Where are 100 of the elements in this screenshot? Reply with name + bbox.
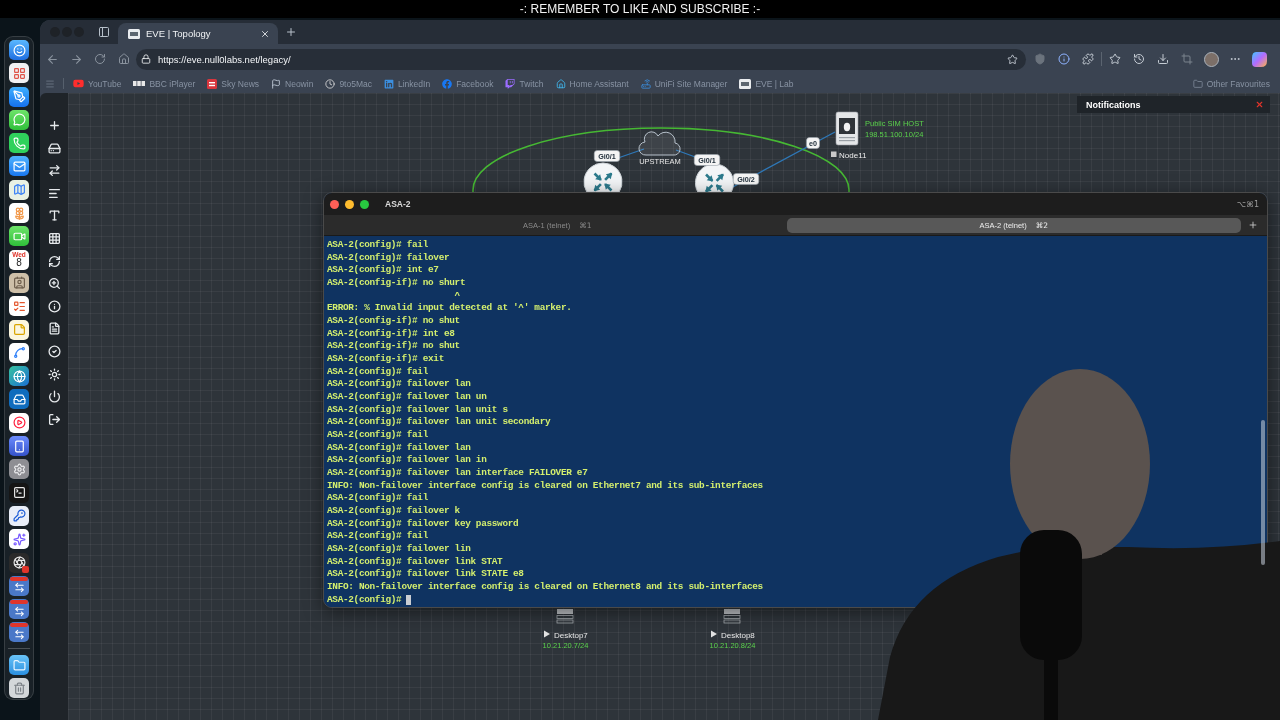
bookmark-link[interactable]: EVE | Lab	[739, 78, 794, 89]
site-logo-icon	[739, 78, 752, 89]
server-icon[interactable]	[835, 111, 859, 146]
window-close-button[interactable]	[330, 199, 339, 209]
bookmark-link[interactable]: UniFi Site Manager	[640, 78, 728, 89]
terminal-title: ASA-2	[385, 199, 411, 209]
chat-bubble-icon[interactable]	[9, 109, 29, 130]
logout-icon[interactable]	[47, 412, 61, 426]
terminal-line: ASA-2(config)# failover lan in	[327, 454, 487, 468]
new-tab-icon[interactable]	[285, 26, 297, 38]
terminal-line: ASA-2(config)# failover lan interface FAILOVER e7	[327, 467, 588, 480]
device-icon[interactable]	[723, 609, 741, 624]
sidebar-toggle-icon[interactable]	[98, 26, 110, 38]
sparkles-icon[interactable]	[9, 529, 29, 550]
bookmark-link[interactable]: Home Assistant	[555, 78, 629, 89]
terminal-line: ASA-2(config)# int e7	[327, 264, 439, 278]
bookmark-link[interactable]: Facebook	[442, 78, 494, 89]
refresh-icon[interactable]	[47, 254, 61, 268]
forward-icon[interactable]	[69, 52, 83, 66]
check-circle-icon[interactable]	[47, 344, 61, 358]
phone-icon[interactable]	[9, 133, 29, 154]
arrows-icon[interactable]	[9, 599, 29, 620]
align-left-icon[interactable]	[47, 186, 61, 200]
download-icon[interactable]	[1157, 53, 1169, 65]
flower-icon[interactable]	[9, 203, 29, 224]
key-icon[interactable]	[9, 505, 29, 526]
terminal-line: INFO: Non-failover interface config is cleared on Ethernet8 and its sub-interfaces	[327, 581, 763, 594]
window-zoom-button[interactable]	[360, 199, 369, 209]
terminal-line: INFO: Non-failover interface config is cleared on Ethernet7 and its sub-interfaces	[327, 479, 763, 493]
terminal-line: ASA-2(config-if)# no shut	[327, 340, 460, 354]
bookmark-link[interactable]: BBC iPlayer	[133, 78, 196, 89]
inbox-icon[interactable]	[9, 389, 29, 410]
folder-icon[interactable]	[9, 655, 29, 675]
note-icon[interactable]	[9, 319, 29, 340]
map-icon[interactable]	[9, 179, 29, 200]
blocks-icon	[133, 81, 146, 86]
bookmark-link[interactable]: Neowin	[271, 78, 314, 89]
node-name: Desktop8	[721, 630, 755, 640]
colorful-logo-icon[interactable]	[1251, 51, 1267, 67]
terminal-icon[interactable]	[9, 482, 29, 503]
window-minimize-button[interactable]	[345, 199, 354, 209]
envelope-icon[interactable]	[9, 156, 29, 177]
smiling-face-icon[interactable]	[9, 40, 29, 60]
youtube-icon	[73, 78, 84, 89]
browser-tab[interactable]: EVE | Topology	[118, 23, 278, 44]
globe-icon[interactable]	[9, 366, 29, 387]
puzzle-icon[interactable]	[1082, 53, 1094, 65]
reload-icon[interactable]	[94, 53, 106, 65]
bookmark-folder-link[interactable]: Other Favourites	[1192, 78, 1270, 89]
cloud-icon[interactable]	[638, 131, 681, 156]
add-tab-icon[interactable]	[1248, 220, 1258, 230]
avatar[interactable]	[1203, 51, 1219, 67]
pen-tool-icon[interactable]	[9, 86, 29, 107]
curve-icon[interactable]	[9, 342, 29, 363]
terminal-line: ASA-2(config)# fail	[327, 492, 428, 506]
smartphone-icon[interactable]	[9, 436, 29, 457]
sun-icon[interactable]	[47, 367, 61, 381]
star-icon[interactable]	[1007, 53, 1018, 65]
terminal-line: ASA-2(config-if)# no shut	[327, 315, 460, 328]
terminal-line: ASA-2(config)# fail	[327, 365, 428, 379]
history-icon[interactable]	[1133, 53, 1145, 65]
drive-icon[interactable]	[47, 141, 61, 155]
video-camera-icon[interactable]	[9, 226, 29, 247]
link-line	[617, 148, 645, 159]
close-icon[interactable]	[260, 28, 270, 39]
text-icon[interactable]	[47, 209, 61, 223]
app-grid-icon[interactable]	[9, 63, 29, 84]
document-icon[interactable]	[47, 322, 61, 336]
grid-icon[interactable]	[47, 231, 61, 245]
bookmark-link[interactable]: 9to5Mac	[325, 78, 372, 89]
device-icon[interactable]	[556, 609, 574, 624]
arrows-icon[interactable]	[9, 622, 29, 643]
bookmark-link[interactable]: Sky News	[207, 78, 260, 89]
house-icon	[555, 78, 566, 89]
contact-card-icon[interactable]	[9, 272, 29, 293]
bookmark-link[interactable]: Twitch	[505, 78, 544, 89]
favorites-icon[interactable]	[1109, 53, 1121, 65]
scrollbar[interactable]	[1261, 420, 1265, 565]
flag-icon	[271, 78, 282, 89]
back-icon[interactable]	[45, 52, 59, 66]
zoom-in-icon[interactable]	[47, 277, 61, 291]
router-icon[interactable]	[583, 162, 623, 193]
arrows-icon[interactable]	[47, 164, 61, 178]
bookmark-link[interactable]: LinkedIn	[384, 78, 431, 89]
close-icon[interactable]	[1255, 100, 1264, 109]
add-icon[interactable]	[47, 119, 61, 132]
terminal-line: ASA-2(config)# failover lan unit s	[327, 403, 508, 417]
bookmark-link[interactable]: YouTube	[73, 78, 122, 89]
twitch-icon	[505, 78, 516, 89]
terminal-line: ASA-2(config)# fail	[327, 530, 428, 544]
power-icon[interactable]	[47, 390, 61, 404]
settings-icon[interactable]	[9, 459, 29, 480]
trash-icon[interactable]	[9, 678, 29, 699]
aperture-icon[interactable]	[9, 552, 29, 573]
arrows-icon[interactable]	[9, 575, 29, 596]
home-icon[interactable]	[118, 53, 130, 65]
address-field[interactable]: https://eve.null0labs.net/legacy/	[136, 48, 1026, 70]
terminal-line: ASA-2(config-if)# no shurt	[327, 277, 466, 290]
window-shortcut: ⌥⌘1	[1236, 199, 1259, 209]
checklist-icon[interactable]	[9, 296, 29, 317]
